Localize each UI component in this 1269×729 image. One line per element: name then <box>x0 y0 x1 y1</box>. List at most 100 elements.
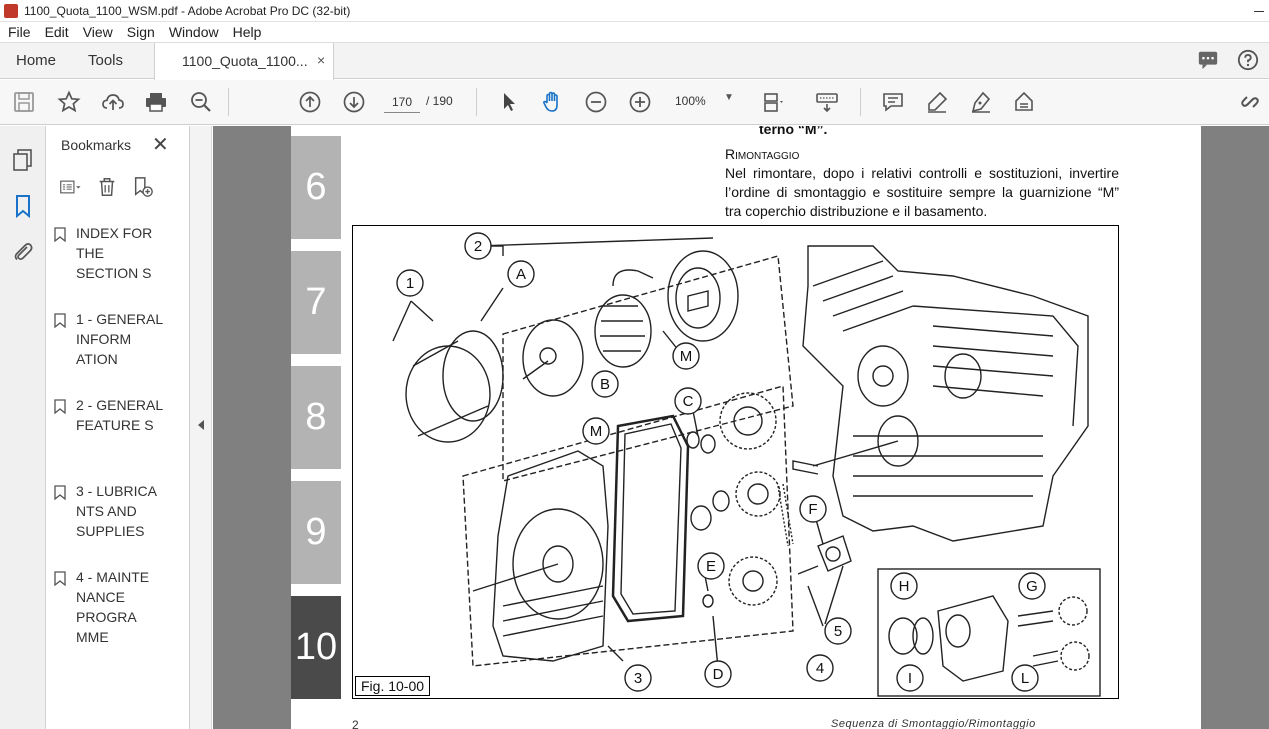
callout-label: L <box>1021 670 1029 687</box>
tab-document[interactable]: 1100_Quota_1100... × <box>154 43 334 80</box>
zoom-out-button[interactable] <box>584 90 608 114</box>
menu-view[interactable]: View <box>83 24 113 40</box>
cursor-arrow-icon <box>504 93 515 111</box>
next-page-button[interactable] <box>342 90 366 114</box>
bookmark-item[interactable]: 4 - MAINTE NANCE PROGRA MME <box>54 567 166 647</box>
callout-label: 1 <box>406 275 414 292</box>
tab-close-button[interactable]: × <box>317 52 325 68</box>
print-button[interactable] <box>144 90 168 114</box>
plus-circle-icon <box>629 91 651 113</box>
tab-home[interactable]: Home <box>16 52 56 69</box>
collapse-arrow-icon[interactable] <box>198 420 204 430</box>
zoom-in-button[interactable] <box>628 90 652 114</box>
chapter-tab: 7 <box>291 251 341 354</box>
help-icon[interactable] <box>1237 49 1259 71</box>
menu-bar: File Edit View Sign Window Help <box>0 22 1269 43</box>
callout-label: 3 <box>634 670 642 687</box>
bookmark-item[interactable]: INDEX FOR THE SECTION S <box>54 223 166 283</box>
bookmark-label: INDEX FOR THE SECTION S <box>76 225 153 281</box>
scroll-keyboard-icon <box>816 93 838 113</box>
minimize-button[interactable] <box>1249 0 1269 22</box>
select-tool-button[interactable] <box>497 90 521 114</box>
left-navigation-rail <box>0 126 46 729</box>
options-list-icon[interactable] <box>60 176 82 198</box>
tab-tools[interactable]: Tools <box>88 52 123 69</box>
callout-label: D <box>713 666 724 683</box>
bookmark-label: 2 - GENERAL FEATURE S <box>76 397 163 433</box>
save-icon <box>14 92 34 112</box>
draw-button[interactable] <box>969 90 993 114</box>
body-paragraph: Nel rimontare, dopo i relativi controlli… <box>725 165 1119 219</box>
menu-file[interactable]: File <box>8 24 31 40</box>
panel-splitter[interactable] <box>190 126 212 729</box>
engine-exploded-view: 1 2 A B M M C F E D 3 4 5 H G I L <box>392 232 1101 697</box>
callout-label: 2 <box>474 238 482 255</box>
star-icon <box>57 90 81 113</box>
exploded-diagram-figure: 1 2 A B M M C F E D 3 4 5 H G I L Fig. 1… <box>352 225 1119 699</box>
menu-sign[interactable]: Sign <box>127 24 155 40</box>
close-panel-button[interactable]: ✕ <box>152 132 169 157</box>
chapter-tab: 8 <box>291 366 341 469</box>
previous-page-button[interactable] <box>298 90 322 114</box>
highlight-button[interactable] <box>925 90 949 114</box>
magnifier-minus-icon <box>191 92 211 112</box>
share-link-button[interactable] <box>1238 90 1262 114</box>
bookmark-icon <box>54 571 66 586</box>
bookmark-icon <box>54 399 66 414</box>
chapter-tab: 9 <box>291 481 341 584</box>
bookmark-label: 4 - MAINTE NANCE PROGRA MME <box>76 569 150 645</box>
bookmark-item[interactable]: 2 - GENERAL FEATURE S <box>54 395 166 435</box>
callout-label: M <box>680 348 693 365</box>
callout-label: 4 <box>816 660 824 677</box>
callout-label: B <box>600 376 610 393</box>
bookmark-star-button[interactable] <box>57 90 81 114</box>
chevron-down-icon[interactable]: ▼ <box>724 92 734 103</box>
zoom-level-dropdown[interactable]: 100% <box>675 94 706 108</box>
zoom-search-button[interactable] <box>189 90 213 114</box>
new-bookmark-icon[interactable] <box>132 176 154 198</box>
toolbar-separator <box>228 88 229 116</box>
callout-label: M <box>590 423 603 440</box>
save-button[interactable] <box>12 90 36 114</box>
callout-label: 5 <box>834 623 842 640</box>
menu-edit[interactable]: Edit <box>45 24 69 40</box>
callout-label: A <box>516 266 526 283</box>
page-layout-button[interactable] <box>762 90 786 114</box>
highlighter-pen-icon <box>928 91 948 113</box>
page-number-input[interactable]: 170 <box>384 91 420 113</box>
bookmark-label: 1 - GENERAL INFORM ATION <box>76 311 163 367</box>
comment-button[interactable] <box>881 90 905 114</box>
trash-icon[interactable] <box>96 176 118 198</box>
menu-help[interactable]: Help <box>233 24 262 40</box>
page-thumbnails-icon[interactable] <box>11 148 35 172</box>
chapter-tab: 6 <box>291 136 341 239</box>
chapter-tab-active: 10 <box>291 596 341 699</box>
cloud-upload-icon <box>102 94 124 110</box>
page-footer: Sequenza di Smontaggio/Rimontaggio <box>831 718 1036 729</box>
menu-window[interactable]: Window <box>169 24 219 40</box>
stamp-icon <box>1015 91 1033 111</box>
bookmark-item[interactable]: 1 - GENERAL INFORM ATION <box>54 309 166 369</box>
viewport-margin <box>1201 126 1269 729</box>
attachment-paperclip-icon[interactable] <box>11 240 35 264</box>
document-viewport[interactable]: 6 7 8 9 10 terno “M”. Rimontaggio Nel ri… <box>213 126 1269 729</box>
cut-off-text: terno “M”. <box>759 126 828 137</box>
bookmark-tools <box>60 176 154 198</box>
printer-icon <box>146 93 166 112</box>
bookmark-item[interactable]: 3 - LUBRICA NTS AND SUPPLIES <box>54 481 166 541</box>
callout-label: H <box>899 578 910 595</box>
stamp-button[interactable] <box>1012 90 1036 114</box>
bookmarks-panel-icon[interactable] <box>11 194 35 218</box>
minus-circle-icon <box>585 91 607 113</box>
upload-button[interactable] <box>101 90 125 114</box>
comment-bubble-icon[interactable] <box>1197 49 1219 71</box>
hand-tool-button[interactable] <box>540 90 564 114</box>
page-total: / 190 <box>426 94 453 108</box>
arrow-up-circle-icon <box>299 91 321 113</box>
callout-label: I <box>908 670 912 687</box>
scroll-mode-button[interactable] <box>815 90 839 114</box>
main-toolbar: 170 / 190 100% ▼ <box>0 80 1269 125</box>
comment-icon <box>883 93 903 112</box>
bookmark-label: 3 - LUBRICA NTS AND SUPPLIES <box>76 483 157 539</box>
callout-label: C <box>683 393 694 410</box>
